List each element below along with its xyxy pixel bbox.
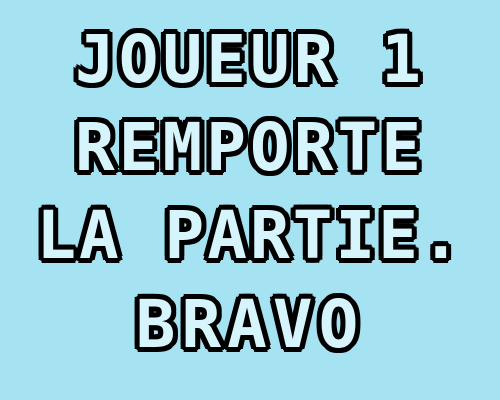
message-line-4: BRAVO (134, 285, 365, 364)
message-line-2: REMPORTE (74, 108, 425, 187)
message-line-1: JOUEUR 1 (74, 20, 425, 99)
victory-screen: JOUEUR 1 REMPORTE LA PARTIE. BRAVO (0, 0, 500, 400)
message-line-3: LA PARTIE. (35, 196, 464, 275)
